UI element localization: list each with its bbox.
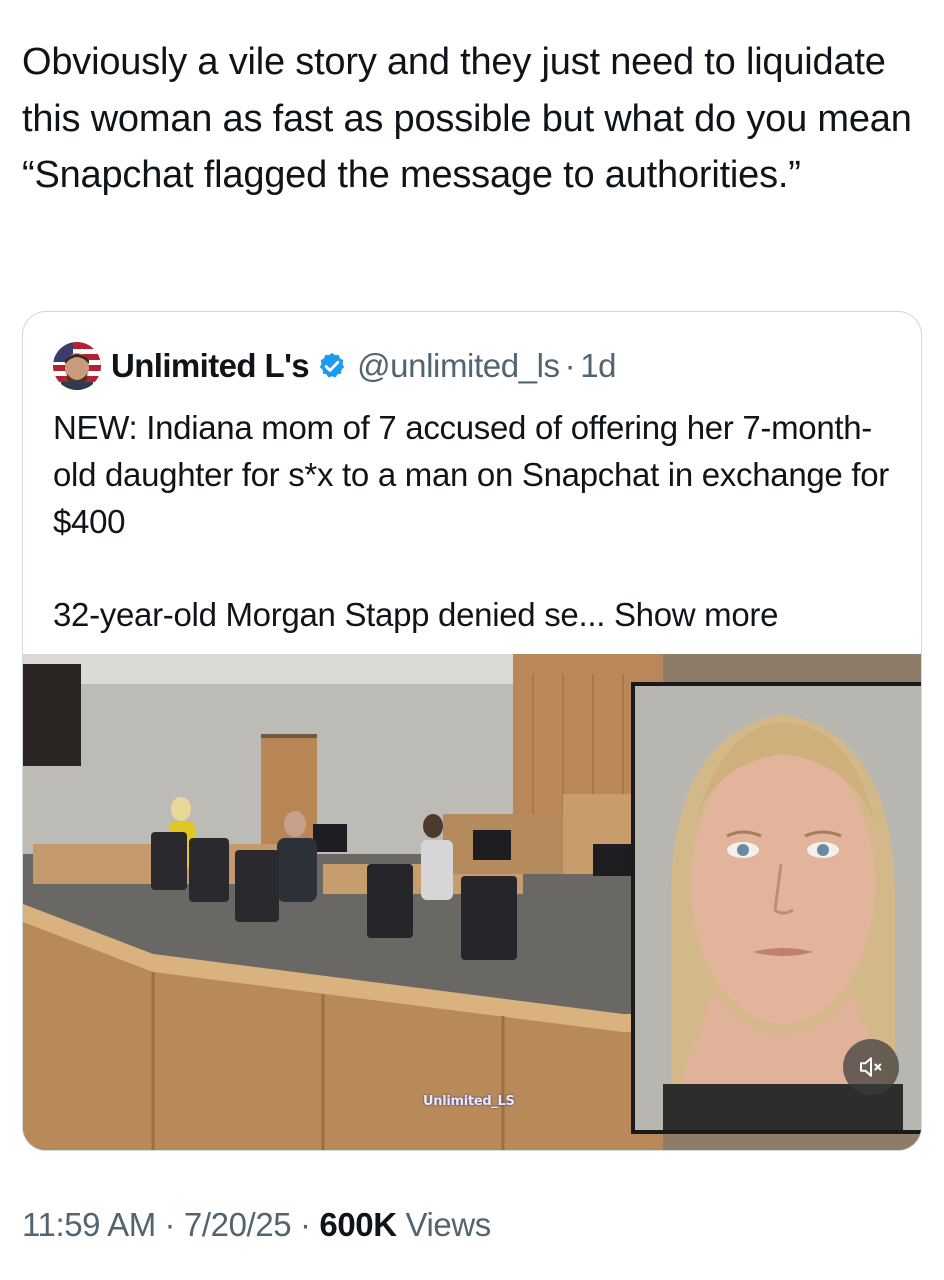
post-text: Obviously a vile story and they just nee… — [22, 41, 912, 196]
post-date[interactable]: 7/20/25 — [184, 1206, 292, 1243]
show-more-link[interactable]: Show more — [614, 596, 779, 633]
truncated-text: 32-year-old Morgan Stapp denied se... — [53, 596, 606, 633]
quoted-post-text: NEW: Indiana mom of 7 accused of offerin… — [53, 409, 889, 540]
meta-separator: · — [291, 1206, 320, 1243]
quoted-post-header: Unlimited L's @unlimited_ls · 1d — [53, 342, 617, 390]
post-meta: 11:59 AM · 7/20/25 · 600K Views — [22, 1206, 491, 1244]
author-handle[interactable]: @unlimited_ls — [357, 347, 560, 385]
video-media[interactable]: Unlimited_LS — [23, 654, 921, 1150]
author-avatar[interactable] — [53, 342, 101, 390]
post-age[interactable]: 1d — [580, 347, 616, 385]
volume-muted-icon — [860, 1057, 882, 1077]
author-name[interactable]: Unlimited L's — [111, 347, 310, 385]
post-time[interactable]: 11:59 AM — [22, 1206, 156, 1243]
watermark: Unlimited_LS — [423, 1094, 515, 1109]
quoted-post-card[interactable]: Unlimited L's @unlimited_ls · 1d NEW: In… — [22, 311, 922, 1151]
dot-separator: · — [564, 347, 576, 384]
quoted-post-text-truncated: 32-year-old Morgan Stapp denied se... Sh… — [53, 591, 903, 638]
courtroom-video-frame — [23, 654, 921, 1150]
views-count: 600K — [319, 1206, 397, 1243]
views-label: Views — [396, 1206, 491, 1243]
verified-badge-icon — [319, 352, 345, 378]
watermark-text: Unlimited_LS — [423, 1094, 515, 1109]
mute-button[interactable] — [843, 1039, 899, 1095]
meta-separator: · — [155, 1206, 184, 1243]
